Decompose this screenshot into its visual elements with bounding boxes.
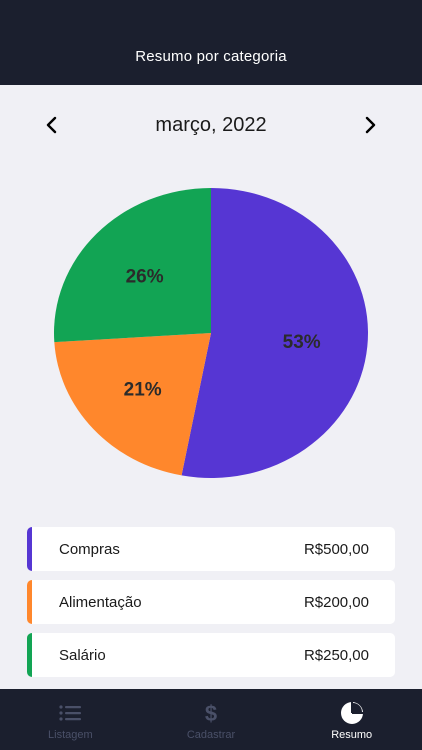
pie-slice-label: 21%: [124, 380, 162, 401]
svg-text:$: $: [205, 701, 217, 725]
category-card-alimentacao[interactable]: Alimentação R$200,00: [27, 580, 395, 624]
category-color-stripe: [27, 633, 32, 677]
pie-chart: 53% 21% 26%: [50, 185, 372, 481]
category-amount: R$500,00: [303, 540, 369, 558]
list-icon: [58, 701, 82, 725]
tab-label: Resumo: [331, 729, 373, 741]
prev-month-button[interactable]: [40, 113, 64, 137]
category-amount: R$200,00: [303, 593, 369, 611]
month-selector: março, 2022: [0, 108, 422, 142]
month-label: março, 2022: [155, 113, 267, 136]
pie-slice-label: 26%: [126, 266, 164, 287]
category-card-salario[interactable]: Salário R$250,00: [27, 633, 395, 677]
dollar-icon: $: [199, 701, 223, 725]
chevron-right-icon: [365, 116, 376, 134]
app-screen: Resumo por categoria março, 2022 53% 21% 2…: [0, 0, 422, 750]
page-title: Resumo por categoria: [135, 48, 287, 65]
tab-cadastrar[interactable]: $ Cadastrar: [141, 689, 282, 750]
category-card-compras[interactable]: Compras R$500,00: [27, 527, 395, 571]
bottom-tab-bar: Listagem $ Cadastrar Resumo: [0, 689, 422, 750]
tab-label: Cadastrar: [186, 729, 236, 741]
pie-slice-salario: [53, 188, 211, 343]
tab-listagem[interactable]: Listagem: [0, 689, 141, 750]
category-name: Salário: [59, 646, 106, 664]
tab-label: Listagem: [48, 729, 93, 741]
category-name: Alimentação: [59, 593, 142, 611]
header: Resumo por categoria: [0, 0, 422, 85]
category-color-stripe: [27, 527, 32, 571]
category-list: Compras R$500,00 Alimentação R$200,00 Sa…: [27, 527, 395, 686]
chevron-left-icon: [46, 116, 57, 134]
pie-chart-icon: [340, 701, 364, 725]
category-name: Compras: [59, 540, 120, 558]
category-color-stripe: [27, 580, 32, 624]
next-month-button[interactable]: [358, 113, 382, 137]
category-amount: R$250,00: [303, 646, 369, 664]
tab-resumo[interactable]: Resumo: [281, 689, 422, 750]
pie-slice-label: 53%: [283, 332, 321, 353]
